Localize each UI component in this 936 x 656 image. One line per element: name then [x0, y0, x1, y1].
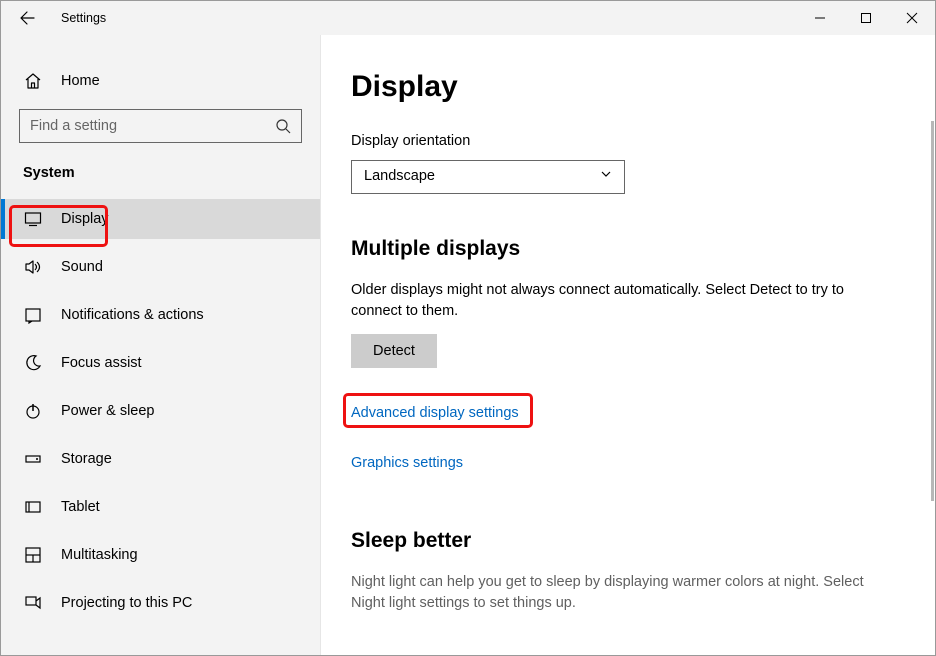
- sidebar-item-tablet[interactable]: Tablet: [1, 487, 320, 527]
- sidebar: Home System Display Sound Notifications …: [1, 35, 321, 655]
- scrollbar[interactable]: [931, 121, 934, 501]
- minimize-button[interactable]: [797, 1, 843, 35]
- sleep-better-heading: Sleep better: [351, 526, 895, 556]
- minimize-icon: [814, 12, 826, 24]
- link-graphics-settings[interactable]: Graphics settings: [351, 453, 463, 474]
- sidebar-item-label: Storage: [61, 451, 112, 467]
- multiple-displays-heading: Multiple displays: [351, 234, 895, 264]
- project-icon: [23, 593, 43, 613]
- home-icon: [23, 71, 43, 91]
- sidebar-item-label: Power & sleep: [61, 403, 155, 419]
- notification-icon: [23, 305, 43, 325]
- sidebar-item-label: Tablet: [61, 499, 100, 515]
- sidebar-item-projecting[interactable]: Projecting to this PC: [1, 583, 320, 623]
- sidebar-item-display[interactable]: Display: [1, 199, 320, 239]
- sidebar-item-power[interactable]: Power & sleep: [1, 391, 320, 431]
- detect-button[interactable]: Detect: [351, 334, 437, 368]
- orientation-dropdown[interactable]: Landscape: [351, 160, 625, 194]
- arrow-left-icon: [19, 10, 35, 26]
- sound-icon: [23, 257, 43, 277]
- search-box[interactable]: [19, 109, 302, 143]
- storage-icon: [23, 449, 43, 469]
- sidebar-item-label: Display: [61, 211, 109, 227]
- multitask-icon: [23, 545, 43, 565]
- sidebar-item-label: Focus assist: [61, 355, 142, 371]
- sidebar-item-label: Multitasking: [61, 547, 138, 563]
- main: Display Display orientation Landscape Mu…: [321, 35, 935, 655]
- tablet-icon: [23, 497, 43, 517]
- chevron-down-icon: [600, 166, 612, 187]
- sidebar-item-storage[interactable]: Storage: [1, 439, 320, 479]
- app-title: Settings: [61, 11, 106, 25]
- link-advanced-display[interactable]: Advanced display settings: [351, 403, 519, 424]
- sidebar-home-label: Home: [61, 73, 100, 89]
- moon-icon: [23, 353, 43, 373]
- sidebar-item-notifications[interactable]: Notifications & actions: [1, 295, 320, 335]
- search-icon: [275, 118, 291, 134]
- maximize-button[interactable]: [843, 1, 889, 35]
- search-input[interactable]: [30, 118, 275, 134]
- back-button[interactable]: [15, 6, 39, 30]
- search-wrap: [1, 109, 320, 157]
- orientation-label: Display orientation: [351, 131, 895, 152]
- sidebar-item-multitasking[interactable]: Multitasking: [1, 535, 320, 575]
- sleep-better-desc: Night light can help you get to sleep by…: [351, 572, 871, 614]
- page-title: Display: [351, 65, 895, 109]
- close-button[interactable]: [889, 1, 935, 35]
- sidebar-item-label: Notifications & actions: [61, 307, 204, 323]
- multiple-displays-desc: Older displays might not always connect …: [351, 280, 871, 322]
- orientation-value: Landscape: [364, 166, 435, 187]
- maximize-icon: [860, 12, 872, 24]
- monitor-icon: [23, 209, 43, 229]
- sidebar-item-label: Sound: [61, 259, 103, 275]
- sidebar-item-focus[interactable]: Focus assist: [1, 343, 320, 383]
- sidebar-home[interactable]: Home: [1, 61, 320, 101]
- sidebar-item-sound[interactable]: Sound: [1, 247, 320, 287]
- window-controls: [797, 1, 935, 35]
- titlebar: Settings: [1, 1, 935, 35]
- sidebar-item-label: Projecting to this PC: [61, 595, 192, 611]
- sidebar-category: System: [1, 157, 320, 199]
- close-icon: [906, 12, 918, 24]
- power-icon: [23, 401, 43, 421]
